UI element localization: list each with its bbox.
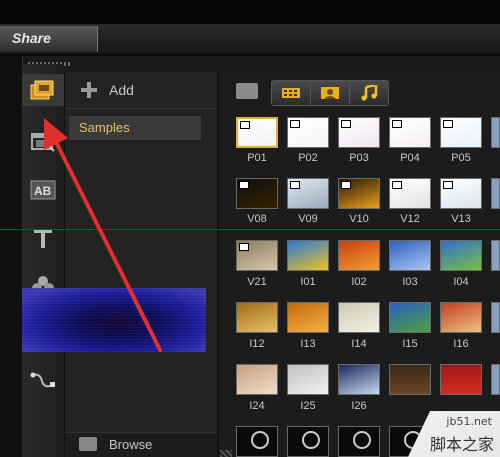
resize-grip-icon[interactable] bbox=[220, 450, 232, 457]
watermark-name: 脚本之家 bbox=[429, 435, 494, 454]
watermark-site: jb51.net bbox=[446, 415, 492, 428]
annotation-arrow bbox=[44, 118, 162, 352]
